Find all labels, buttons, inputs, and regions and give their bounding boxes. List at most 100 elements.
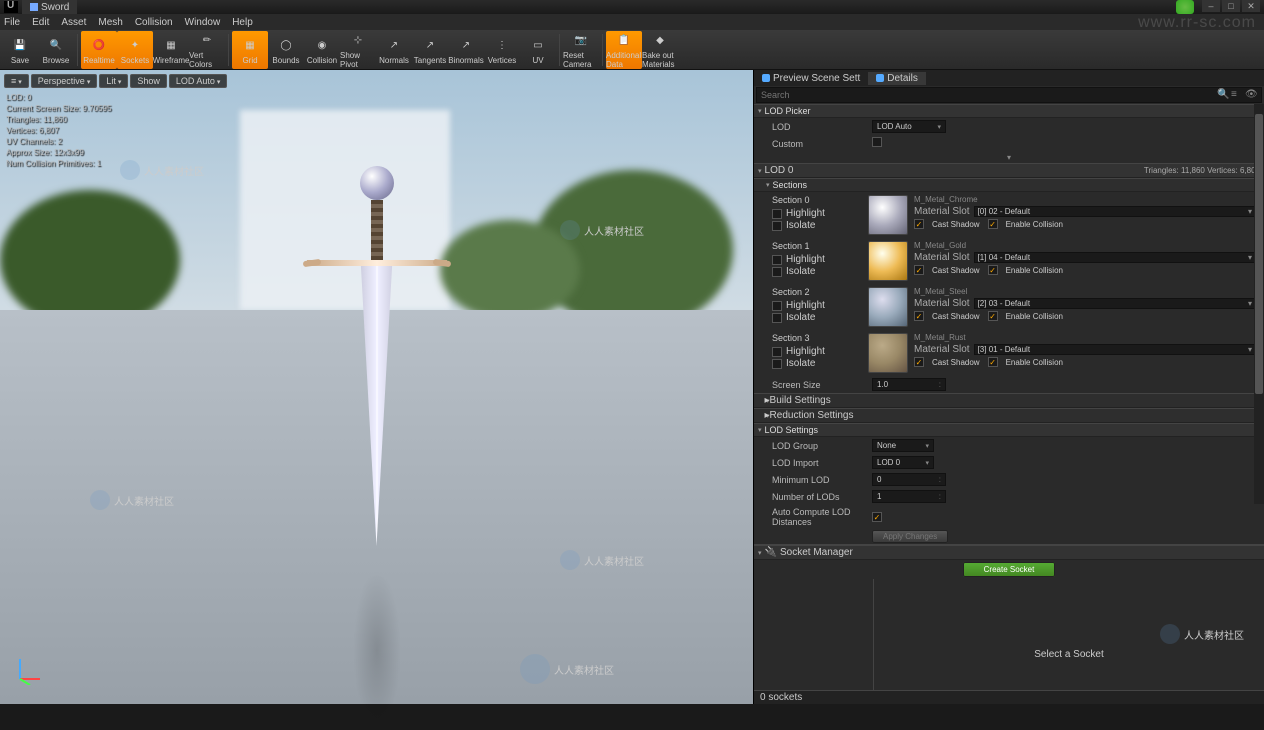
preview-icon [762,74,770,82]
material-slot-combo[interactable]: [2] 03 - Default [974,298,1256,309]
auto-lod-checkbox[interactable] [872,512,882,522]
highlight-checkbox[interactable] [772,301,782,311]
highlight-checkbox[interactable] [772,209,782,219]
menu-edit[interactable]: Edit [32,17,49,28]
cast-shadow-checkbox[interactable] [914,219,924,229]
tab-sword[interactable]: Sword [22,0,77,14]
highlight-checkbox[interactable] [772,347,782,357]
cast-shadow-checkbox[interactable] [914,357,924,367]
min-lod-field[interactable]: 0 [872,473,946,486]
menu-asset[interactable]: Asset [61,17,86,28]
asset-icon [30,3,38,11]
lod-group-label: LOD Group [762,441,872,451]
reduction-settings-header[interactable]: ▸ Reduction Settings [754,408,1264,423]
perspective-button[interactable]: Perspective [31,74,98,88]
tab-details[interactable]: Details [868,72,926,85]
enable-collision-checkbox[interactable] [988,219,998,229]
highlight-checkbox[interactable] [772,255,782,265]
material-name: M_Metal_Rust [914,333,1256,342]
material-thumbnail[interactable] [868,195,908,235]
stat-line: Num Collision Primitives: 1 [6,158,111,169]
build-settings-header[interactable]: ▸ Build Settings [754,393,1264,408]
toolbar-reset-camera-button[interactable]: 📷Reset Camera [563,31,599,69]
lit-button[interactable]: Lit [99,74,128,88]
toolbar-save-button[interactable]: 💾Save [2,31,38,69]
lod-button[interactable]: LOD Auto [169,74,228,88]
enable-collision-checkbox[interactable] [988,311,998,321]
lod-settings-header[interactable]: LOD Settings [754,423,1264,437]
isolate-checkbox[interactable] [772,221,782,231]
maximize-button[interactable]: □ [1222,0,1240,12]
toolbar-vertices-button[interactable]: ⋮Vertices [484,31,520,69]
isolate-checkbox[interactable] [772,267,782,277]
close-button[interactable]: ✕ [1242,0,1260,12]
search-input[interactable] [761,90,1215,100]
menu-file[interactable]: File [4,17,20,28]
marketplace-icon[interactable] [1176,0,1194,14]
custom-checkbox[interactable] [872,137,882,147]
cast-shadow-checkbox[interactable] [914,265,924,275]
num-lods-field[interactable]: 1 [872,490,946,503]
scrollbar-thumb[interactable] [1255,114,1263,394]
lod-group-combo[interactable]: None [872,439,934,452]
viewport[interactable]: ≡ Perspective Lit Show LOD Auto LOD: 0Cu… [0,70,754,704]
socket-count: 0 sockets [760,692,802,703]
scrollbar[interactable] [1254,104,1264,504]
expand-arrow[interactable]: ▾ [754,152,1264,163]
isolate-checkbox[interactable] [772,313,782,323]
eye-icon[interactable]: 👁 [1245,89,1257,101]
vertices-icon: ⋮ [491,34,513,56]
stat-line: UV Channels: 2 [6,136,111,147]
menu-collision[interactable]: Collision [135,17,173,28]
toolbar-sockets-button[interactable]: ✦Sockets [117,31,153,69]
material-thumbnail[interactable] [868,287,908,327]
toolbar-browse-button[interactable]: 🔍Browse [38,31,74,69]
material-thumbnail[interactable] [868,333,908,373]
minimize-button[interactable]: – [1202,0,1220,12]
lod-picker-header[interactable]: LOD Picker [754,104,1264,118]
search-bar: 🔍 ≡ 👁 [756,87,1262,103]
material-slot-combo[interactable]: [3] 01 - Default [974,344,1256,355]
toolbar-bake-out-materials-button[interactable]: ◆Bake out Materials [642,31,678,69]
material-thumbnail[interactable] [868,241,908,281]
cast-shadow-checkbox[interactable] [914,311,924,321]
search-icon[interactable]: 🔍 [1217,89,1229,101]
viewport-menu-button[interactable]: ≡ [4,74,29,88]
material-slot-combo[interactable]: [1] 04 - Default [974,252,1256,263]
toolbar-wireframe-button[interactable]: ▦Wireframe [153,31,189,69]
window-controls: – □ ✕ [1176,0,1260,14]
toolbar-additional-data-button[interactable]: 📋Additional Data [606,31,642,69]
toolbar-binormals-button[interactable]: ↗Binormals [448,31,484,69]
material-slot-combo[interactable]: [0] 02 - Default [974,206,1256,217]
menu-help[interactable]: Help [232,17,253,28]
lod0-header[interactable]: LOD 0Triangles: 11,860 Vertices: 6,807 [754,163,1264,178]
tab-preview-scene[interactable]: Preview Scene Sett [754,72,868,85]
enable-collision-checkbox[interactable] [988,265,998,275]
toolbar-bounds-button[interactable]: ◯Bounds [268,31,304,69]
toolbar: 💾Save🔍Browse⭕Realtime✦Sockets▦Wireframe✏… [0,30,1264,70]
toolbar-collision-button[interactable]: ◉Collision [304,31,340,69]
socket-manager-header[interactable]: 🔌Socket Manager [754,545,1264,560]
create-socket-button[interactable]: Create Socket [963,562,1056,577]
isolate-checkbox[interactable] [772,359,782,369]
toolbar-tangents-button[interactable]: ↗Tangents [412,31,448,69]
enable-collision-checkbox[interactable] [988,357,998,367]
screen-size-field[interactable]: 1.0 [872,378,946,391]
toolbar-realtime-button[interactable]: ⭕Realtime [81,31,117,69]
toolbar-show-pivot-button[interactable]: ⊹Show Pivot [340,31,376,69]
toolbar-uv-button[interactable]: ▭UV [520,31,556,69]
filter-icon[interactable]: ≡ [1231,89,1243,101]
material-name: M_Metal_Gold [914,241,1256,250]
menu-window[interactable]: Window [185,17,221,28]
lod-combo[interactable]: LOD Auto [872,120,946,133]
toolbar-grid-button[interactable]: ▦Grid [232,31,268,69]
lod-label: LOD [762,122,872,132]
menu-mesh[interactable]: Mesh [98,17,122,28]
apply-changes-button[interactable]: Apply Changes [872,530,948,543]
toolbar-normals-button[interactable]: ↗Normals [376,31,412,69]
lod-import-combo[interactable]: LOD 0 [872,456,934,469]
show-button[interactable]: Show [130,74,167,88]
save-icon: 💾 [9,34,31,56]
toolbar-vert-colors-button[interactable]: ✏Vert Colors [189,31,225,69]
sections-header[interactable]: Sections [754,178,1264,192]
